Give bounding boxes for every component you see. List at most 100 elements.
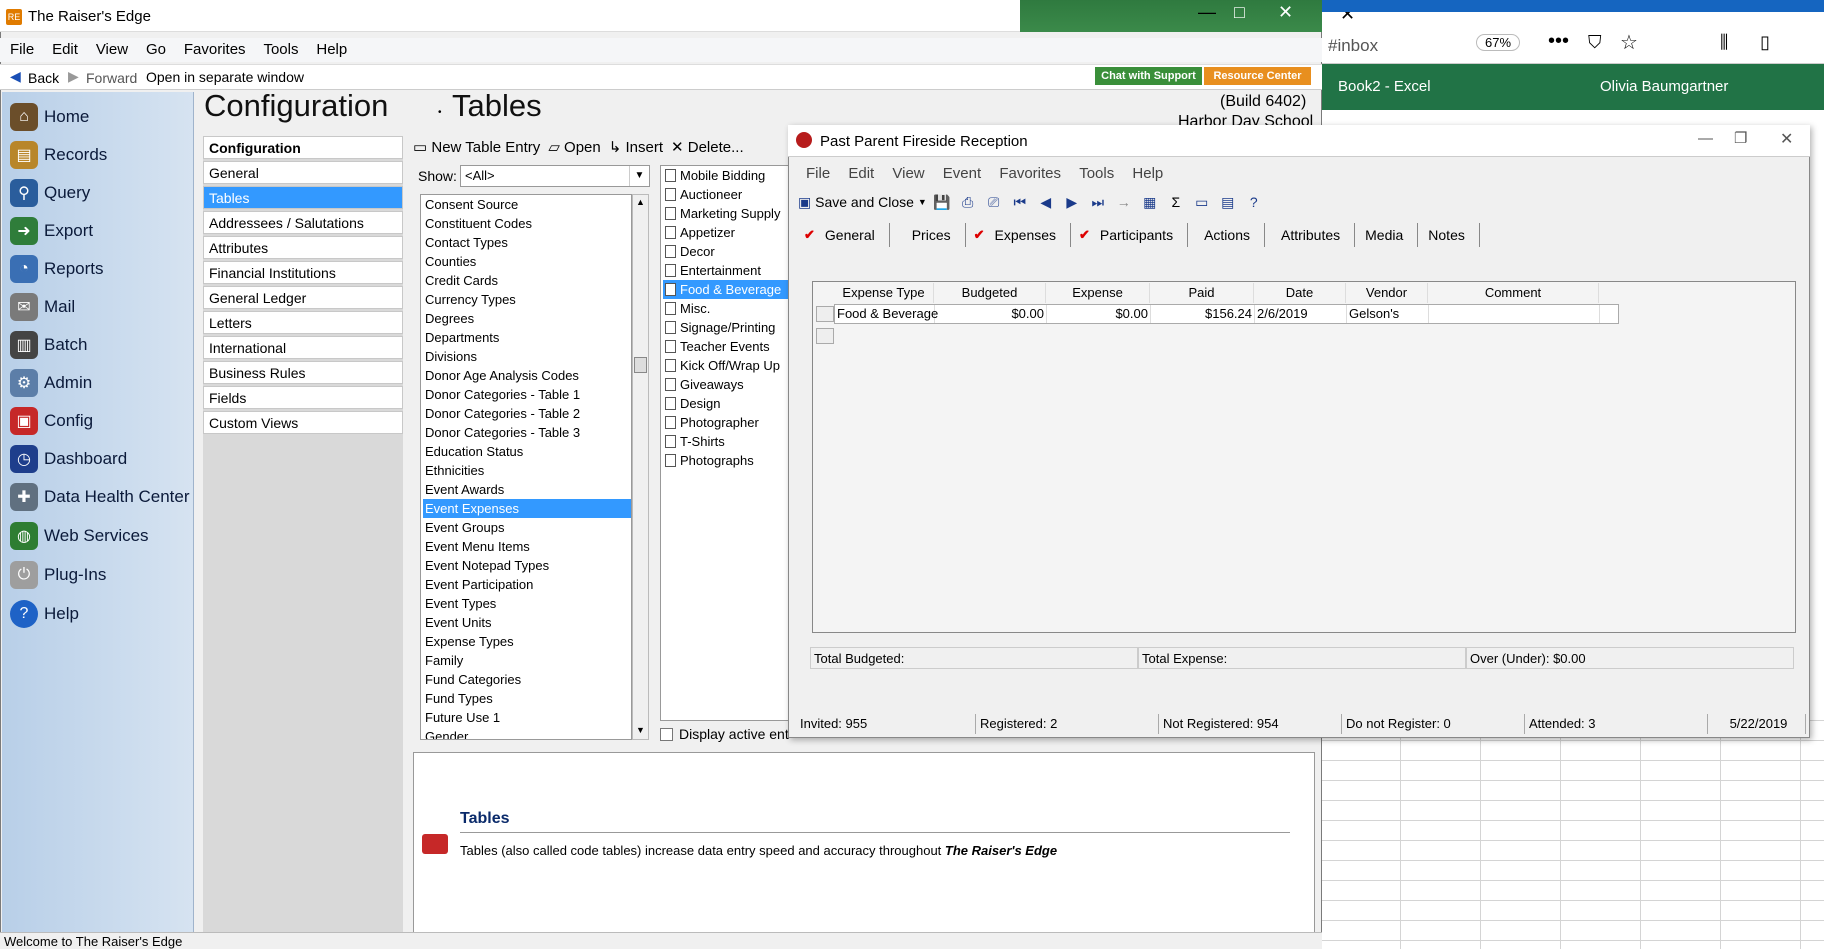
chevron-down-icon[interactable]: ▼ [918, 197, 927, 207]
list-item[interactable]: Photographer [663, 413, 791, 432]
checkbox[interactable] [660, 727, 673, 741]
cell-comment[interactable] [1429, 305, 1600, 323]
column-header[interactable]: Budgeted [934, 283, 1046, 303]
menu-favorites[interactable]: Favorites [999, 162, 1061, 186]
maximize-icon[interactable]: □ [1234, 2, 1245, 23]
menu-file[interactable]: File [10, 38, 34, 62]
cell-paid[interactable]: $156.24 [1151, 305, 1255, 323]
tab-actions[interactable]: Actions [1188, 223, 1265, 247]
list-item-selected[interactable]: Food & Beverage [663, 280, 791, 299]
cell-budgeted[interactable]: $0.00 [935, 305, 1047, 323]
list-item[interactable]: T-Shirts [663, 432, 791, 451]
last-record-icon[interactable]: ⏭ [1087, 191, 1109, 213]
config-item-custom-views[interactable]: Custom Views [203, 411, 403, 434]
list-item[interactable]: Gender [423, 727, 631, 739]
new-table-entry-button[interactable]: ▭ New Table Entry [413, 138, 540, 156]
next-record-icon[interactable]: ▶ [1061, 191, 1083, 213]
list-item[interactable]: Donor Categories - Table 1 [423, 385, 631, 404]
tab-expenses[interactable]: ✔ Expenses [966, 223, 1072, 247]
column-header[interactable]: Paid [1150, 283, 1254, 303]
cell-vendor[interactable]: Gelson's [1347, 305, 1429, 323]
sidebar-item-mail[interactable]: ✉ Mail [10, 290, 75, 324]
tab-notes[interactable]: Notes [1418, 223, 1480, 247]
tab-media[interactable]: Media [1355, 223, 1419, 247]
config-item-general[interactable]: General [203, 161, 403, 184]
calendar-icon[interactable]: ▤ [1217, 191, 1239, 213]
config-item-addressees[interactable]: Addressees / Salutations [203, 211, 403, 234]
cell-date[interactable]: 2/6/2019 [1255, 305, 1347, 323]
config-item-letters[interactable]: Letters [203, 311, 403, 334]
sidebar-item-data-health[interactable]: ✚ Data Health Center [10, 480, 190, 514]
forward-button[interactable]: Forward [86, 70, 137, 86]
minimize-icon[interactable]: — [1698, 130, 1713, 147]
list-item[interactable]: Misc. [663, 299, 791, 318]
save-and-close-button[interactable]: ▣ Save and Close ▼ [798, 191, 927, 213]
row-header[interactable] [816, 306, 834, 322]
row-header[interactable] [816, 328, 834, 344]
preview-icon[interactable]: ⎚ [983, 191, 1005, 213]
config-item-tables[interactable]: Tables [203, 186, 403, 209]
list-item[interactable]: Design [663, 394, 791, 413]
previous-record-icon[interactable]: ◀ [1035, 191, 1057, 213]
sidebar-item-home[interactable]: ⌂ Home [10, 100, 89, 134]
list-item[interactable]: Divisions [423, 347, 631, 366]
list-item[interactable]: Giveaways [663, 375, 791, 394]
sidebar-item-records[interactable]: ▤ Records [10, 138, 107, 172]
zoom-badge[interactable]: 67% [1476, 34, 1521, 51]
chevron-down-icon[interactable]: ▼ [629, 166, 649, 186]
list-item[interactable]: Currency Types [423, 290, 631, 309]
sidebar-icon[interactable]: ▯ [1760, 32, 1770, 53]
list-item[interactable]: Event Menu Items [423, 537, 631, 556]
close-icon[interactable]: ✕ [1780, 129, 1793, 149]
save-icon[interactable]: 💾 [931, 191, 953, 213]
list-item[interactable]: Credit Cards [423, 271, 631, 290]
menu-edit[interactable]: Edit [848, 162, 874, 186]
resource-center-button[interactable]: Resource Center [1204, 67, 1311, 85]
sidebar-item-batch[interactable]: ▥ Batch [10, 328, 87, 362]
menu-tools[interactable]: Tools [1079, 162, 1114, 186]
library-icon[interactable]: ⫼ [1720, 32, 1728, 53]
close-icon[interactable]: ✕ [1278, 2, 1293, 23]
list-item[interactable]: Event Types [423, 594, 631, 613]
list-item[interactable]: Entertainment [663, 261, 791, 280]
list-item[interactable]: Donor Age Analysis Codes [423, 366, 631, 385]
list-item[interactable]: Fund Categories [423, 670, 631, 689]
config-item-fields[interactable]: Fields [203, 386, 403, 409]
config-item-financial[interactable]: Financial Institutions [203, 261, 403, 284]
list-item[interactable]: Constituent Codes [423, 214, 631, 233]
help-icon[interactable]: ? [1243, 191, 1265, 213]
menu-tools[interactable]: Tools [263, 38, 298, 62]
sidebar-item-dashboard[interactable]: ◷ Dashboard [10, 442, 127, 476]
menu-file[interactable]: File [806, 162, 830, 186]
scroll-thumb[interactable] [634, 357, 647, 373]
star-icon[interactable]: ☆ [1620, 30, 1638, 55]
list-item[interactable]: Counties [423, 252, 631, 271]
list-item[interactable]: Education Status [423, 442, 631, 461]
sidebar-item-query[interactable]: ⚲ Query [10, 176, 90, 210]
sidebar-item-admin[interactable]: ⚙ Admin [10, 366, 92, 400]
grid-icon[interactable]: ▦ [1139, 191, 1161, 213]
cell-expense[interactable]: $0.00 [1047, 305, 1151, 323]
list-item[interactable]: Departments [423, 328, 631, 347]
list-item[interactable]: Donor Categories - Table 3 [423, 423, 631, 442]
back-arrow-icon[interactable]: ◀ [10, 68, 21, 85]
list-item[interactable]: Contact Types [423, 233, 631, 252]
insert-button[interactable]: ↳ Insert [609, 138, 663, 156]
back-button[interactable]: Back [28, 70, 59, 86]
list-item[interactable]: Signage/Printing [663, 318, 791, 337]
tab-general[interactable]: ✔ General [796, 223, 890, 247]
open-button[interactable]: ▱ Open [548, 138, 600, 156]
list-item[interactable]: Future Use 1 [423, 708, 631, 727]
menu-event[interactable]: Event [943, 162, 981, 186]
more-icon[interactable]: ••• [1548, 30, 1569, 53]
list-item[interactable]: Consent Source [423, 195, 631, 214]
sidebar-item-export[interactable]: ➜ Export [10, 214, 93, 248]
minimize-icon[interactable]: — [1198, 2, 1216, 23]
pocket-icon[interactable]: ⛉ [1588, 32, 1602, 53]
list-item[interactable]: Event Units [423, 613, 631, 632]
chat-support-button[interactable]: Chat with Support [1095, 67, 1202, 85]
list-item-selected[interactable]: Event Expenses [423, 499, 631, 518]
folder-icon[interactable]: ▭ [1191, 191, 1213, 213]
tab-participants[interactable]: ✔ Participants [1071, 223, 1189, 247]
list-item[interactable]: Event Participation [423, 575, 631, 594]
